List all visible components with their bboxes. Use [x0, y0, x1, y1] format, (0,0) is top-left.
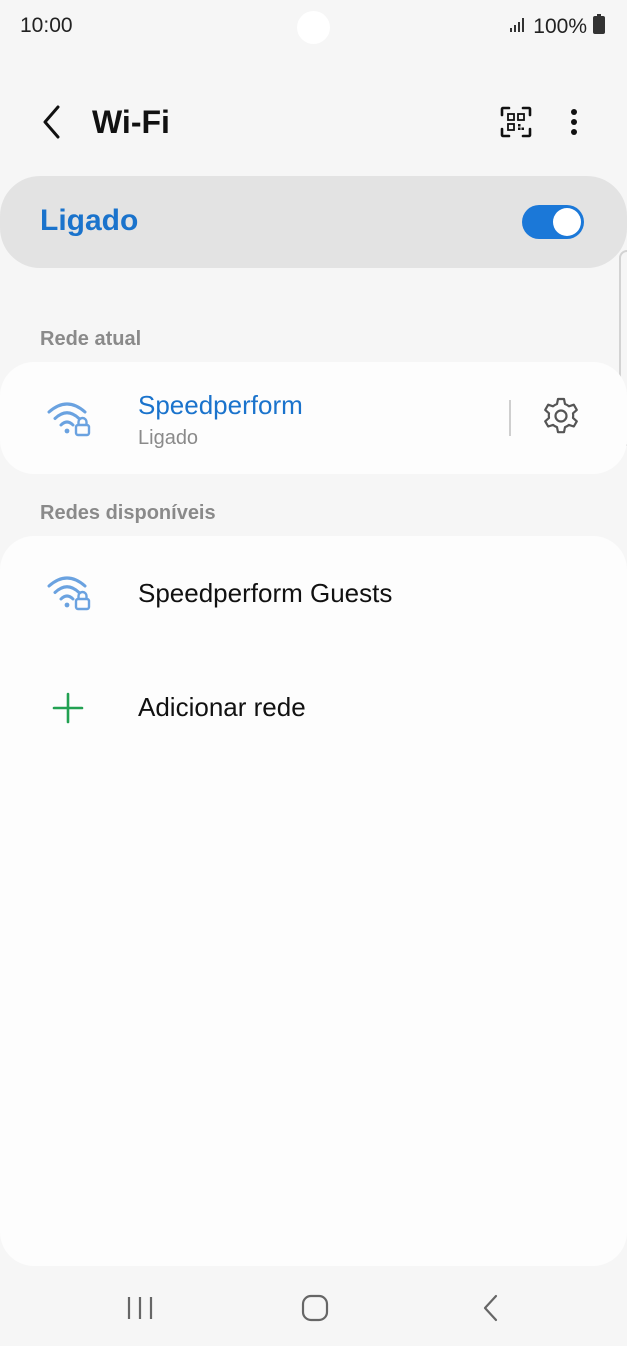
network-settings-button[interactable]: [538, 395, 584, 441]
add-network-label: Adicionar rede: [138, 692, 306, 722]
system-nav-bar: [0, 1272, 627, 1346]
qr-scan-button[interactable]: [494, 102, 538, 146]
nav-back-button[interactable]: [466, 1290, 516, 1330]
gear-icon: [541, 396, 581, 441]
wifi-master-toggle[interactable]: Ligado: [0, 176, 627, 268]
status-time: 10:00: [20, 14, 73, 37]
battery-icon: [593, 14, 605, 40]
wifi-lock-icon: [46, 572, 92, 612]
plus-icon: [50, 690, 86, 726]
wifi-switch[interactable]: [522, 205, 584, 239]
page-title: Wi-Fi: [92, 104, 170, 140]
current-network-name: Speedperform: [138, 390, 303, 420]
home-button[interactable]: [290, 1290, 340, 1330]
network-name: Speedperform Guests: [138, 578, 393, 608]
status-right: 100%: [509, 14, 605, 40]
battery-level: 100%: [533, 15, 587, 38]
status-bar: 10:00 100%: [0, 0, 627, 56]
chevron-left-icon: [40, 104, 64, 145]
recents-button[interactable]: [115, 1290, 165, 1330]
back-button[interactable]: [30, 102, 74, 146]
home-icon: [301, 1294, 329, 1327]
divider: [509, 400, 511, 436]
camera-cutout: [297, 11, 330, 44]
wifi-lock-icon: [46, 398, 92, 438]
signal-icon: [509, 15, 527, 39]
switch-knob: [553, 208, 581, 236]
current-network-card: Speedperform Ligado: [0, 362, 627, 474]
nav-back-icon: [481, 1294, 501, 1327]
recents-icon: [126, 1295, 154, 1326]
network-row-speedperform-guests[interactable]: Speedperform Guests: [0, 536, 627, 648]
more-vertical-icon: [570, 108, 578, 141]
more-options-button[interactable]: [552, 102, 596, 146]
section-header-available: Redes disponíveis: [40, 502, 216, 524]
add-network-row[interactable]: Adicionar rede: [0, 650, 627, 762]
toggle-label: Ligado: [40, 204, 139, 237]
available-networks-card: Speedperform Guests Adicionar rede: [0, 536, 627, 1266]
qr-scan-icon: [500, 106, 532, 143]
current-network-status: Ligado: [138, 427, 199, 449]
current-network-row[interactable]: Speedperform Ligado: [0, 362, 500, 474]
section-header-current: Rede atual: [40, 328, 142, 350]
app-header: Wi-Fi: [0, 88, 627, 160]
